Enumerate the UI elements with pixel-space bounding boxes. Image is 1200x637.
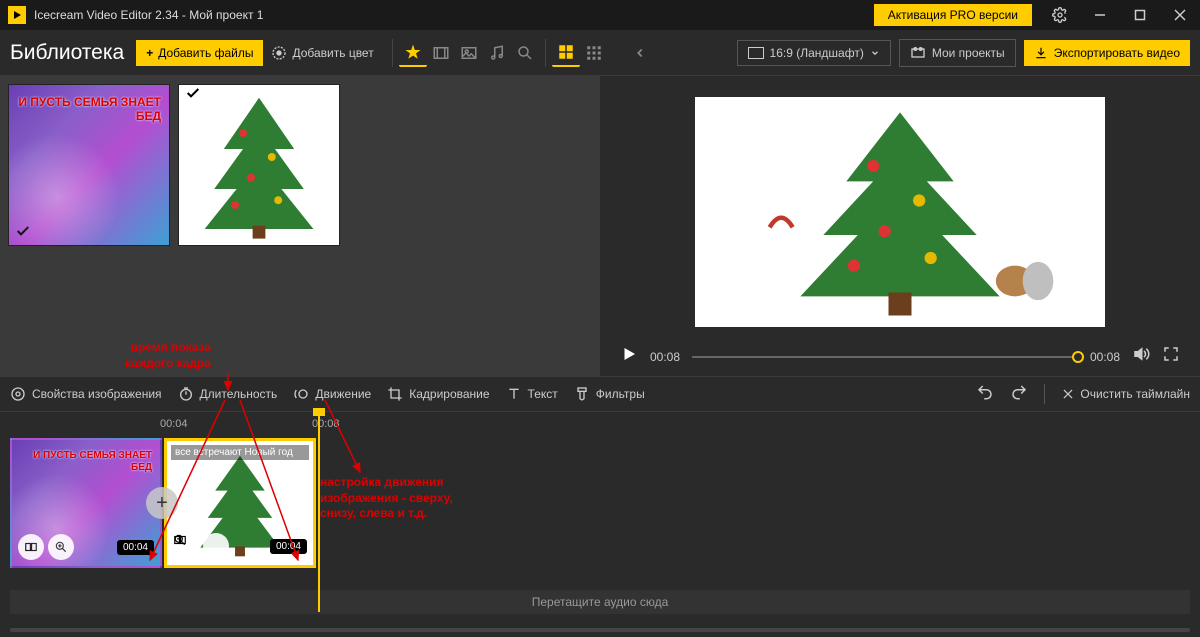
export-video-button[interactable]: Экспортировать видео — [1024, 40, 1190, 66]
clip-zoom-in-icon[interactable] — [48, 534, 74, 560]
filter-audio-icon[interactable] — [483, 39, 511, 67]
undo-button[interactable] — [976, 383, 994, 406]
clip-tools-bar: Свойства изображения Длительность Движен… — [0, 376, 1200, 412]
library-panel: И ПУСТЬ СЕМЬЯ ЗНАЕТ БЕД — [0, 76, 600, 376]
add-files-button[interactable]: +Добавить файлы — [136, 40, 263, 66]
preview-frame — [695, 97, 1105, 327]
tree-thumb-icon — [179, 85, 339, 245]
ruler-tick: 00:08 — [312, 418, 340, 430]
thumb-overlay-text: И ПУСТЬ СЕМЬЯ ЗНАЕТ БЕД — [9, 95, 161, 124]
fullscreen-icon[interactable] — [1162, 345, 1180, 368]
clip-duration: 00:04 — [270, 539, 307, 554]
collapse-icon[interactable] — [626, 39, 654, 67]
settings-icon[interactable] — [1040, 0, 1080, 30]
clip-zoom-out-icon[interactable] — [203, 533, 229, 559]
view-small-icon[interactable] — [580, 39, 608, 67]
library-title: Библиотека — [10, 41, 124, 65]
preview-viewport — [620, 86, 1180, 337]
time-total: 00:08 — [1090, 350, 1120, 364]
filters-button[interactable]: Фильтры — [574, 386, 645, 402]
timeline-scrollbar[interactable] — [10, 628, 1190, 632]
search-icon[interactable] — [511, 39, 539, 67]
activate-pro-button[interactable]: Активация PRO версии — [874, 4, 1032, 26]
text-button[interactable]: Текст — [506, 386, 558, 402]
timeline-clip[interactable]: все встречают Новый год 00:04 — [164, 438, 316, 568]
chevron-down-icon — [870, 48, 880, 58]
check-icon — [185, 85, 201, 101]
filter-all-icon[interactable] — [399, 39, 427, 67]
main-toolbar: Библиотека +Добавить файлы Добавить цвет… — [0, 30, 1200, 76]
seek-bar[interactable] — [692, 356, 1078, 358]
playback-controls: 00:08 00:08 — [620, 337, 1180, 376]
timeline: 00:04 00:08 И ПУСТЬ СЕМЬЯ ЗНАЕТ БЕД + 00… — [0, 412, 1200, 632]
clip-duration: 00:04 — [117, 540, 154, 555]
motion-button[interactable]: Движение — [293, 386, 371, 402]
clear-timeline-button[interactable]: Очистить таймлайн — [1061, 387, 1190, 401]
add-color-button[interactable]: Добавить цвет — [271, 45, 373, 61]
my-projects-button[interactable]: Мои проекты — [899, 39, 1016, 67]
duration-button[interactable]: Длительность — [178, 386, 278, 402]
maximize-button[interactable] — [1120, 0, 1160, 30]
audio-track-drop[interactable]: Перетащите аудио сюда — [10, 590, 1190, 614]
check-icon — [15, 223, 31, 239]
filter-image-icon[interactable] — [455, 39, 483, 67]
close-button[interactable] — [1160, 0, 1200, 30]
clip-caption: все встречают Новый год — [171, 445, 309, 460]
minimize-button[interactable] — [1080, 0, 1120, 30]
redo-button[interactable] — [1010, 383, 1028, 406]
app-logo — [8, 6, 26, 24]
view-large-icon[interactable] — [552, 39, 580, 67]
video-track[interactable]: И ПУСТЬ СЕМЬЯ ЗНАЕТ БЕД + 00:04 все встр… — [10, 438, 1190, 570]
add-transition-button[interactable]: + — [146, 487, 178, 519]
timeline-clip[interactable]: И ПУСТЬ СЕМЬЯ ЗНАЕТ БЕД + 00:04 — [10, 438, 162, 568]
play-button[interactable] — [620, 345, 638, 368]
ruler-tick: 00:04 — [160, 418, 188, 430]
crop-button[interactable]: Кадрирование — [387, 386, 489, 402]
aspect-ratio-button[interactable]: 16:9 (Ландшафт) — [737, 40, 891, 66]
library-item[interactable]: И ПУСТЬ СЕМЬЯ ЗНАЕТ БЕД — [8, 84, 170, 246]
preview-panel: 00:08 00:08 — [600, 76, 1200, 376]
clip-transition-icon[interactable] — [18, 534, 44, 560]
image-properties-button[interactable]: Свойства изображения — [10, 386, 162, 402]
app-title: Icecream Video Editor 2.34 - Мой проект … — [34, 8, 263, 22]
library-item[interactable] — [178, 84, 340, 246]
titlebar: Icecream Video Editor 2.34 - Мой проект … — [0, 0, 1200, 30]
filter-video-icon[interactable] — [427, 39, 455, 67]
time-current: 00:08 — [650, 350, 680, 364]
timeline-ruler[interactable]: 00:04 00:08 — [10, 412, 1190, 438]
volume-icon[interactable] — [1132, 345, 1150, 368]
main-area: И ПУСТЬ СЕМЬЯ ЗНАЕТ БЕД — [0, 76, 1200, 376]
